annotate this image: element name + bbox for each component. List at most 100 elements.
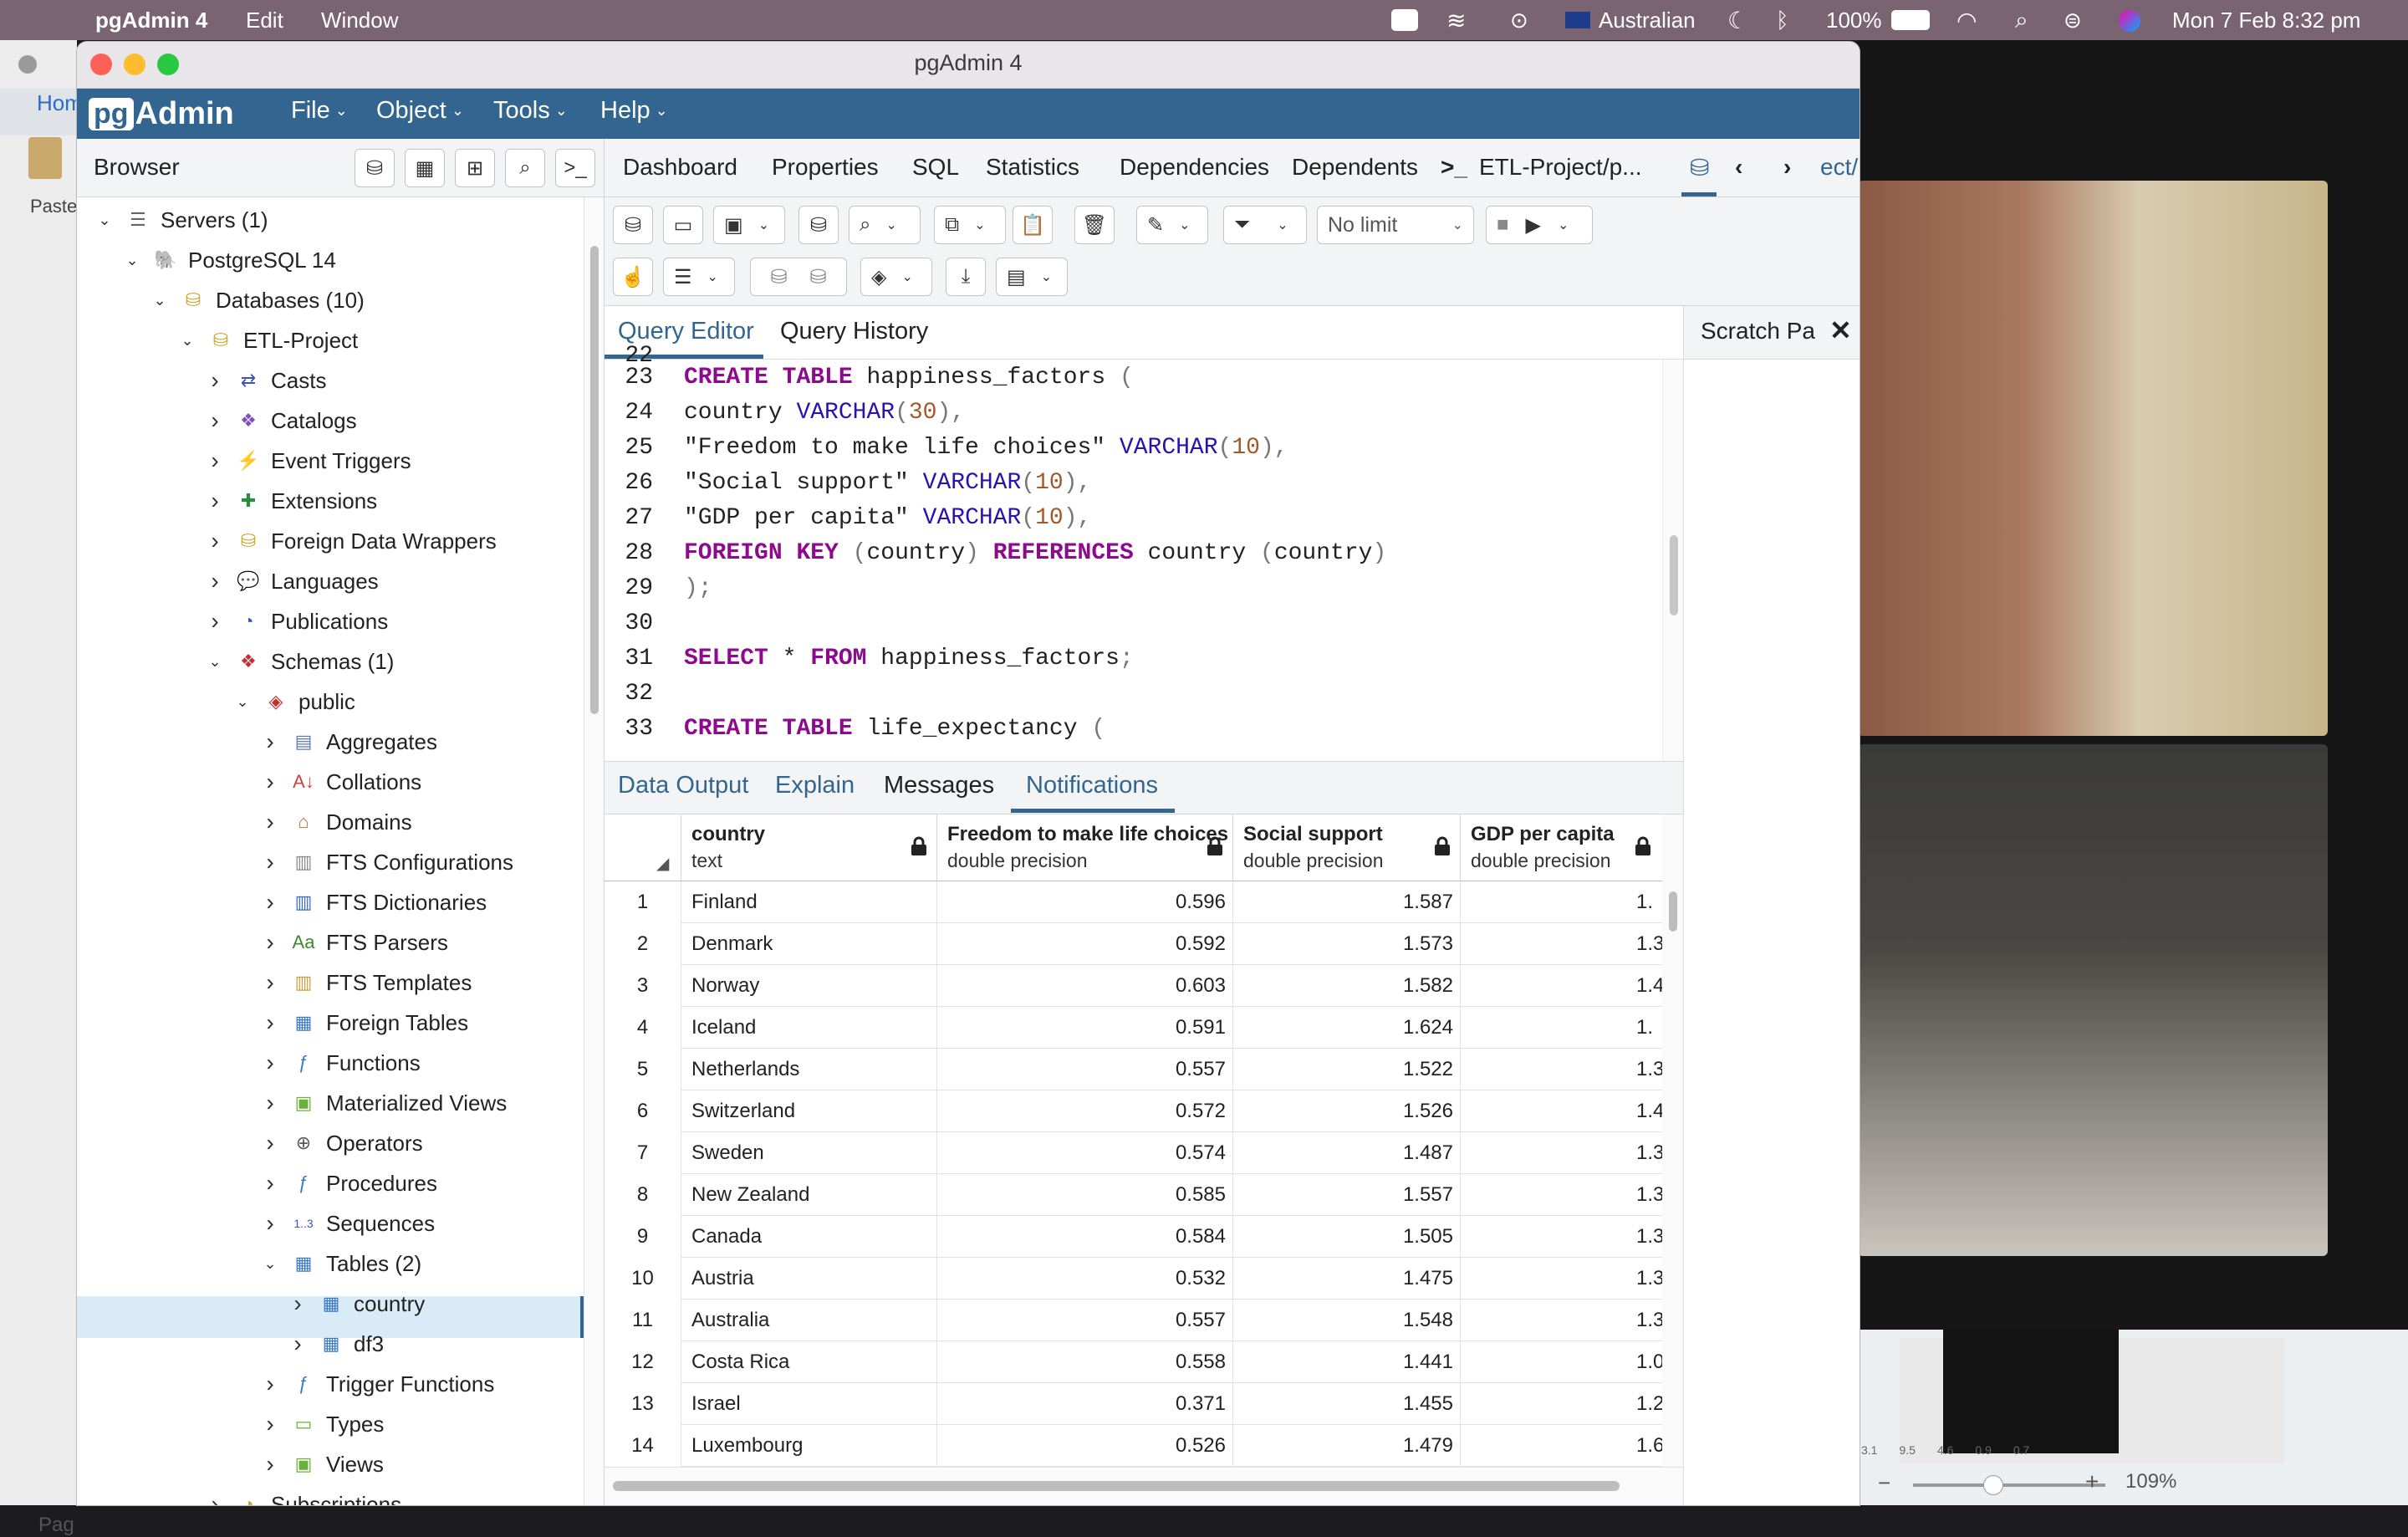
chevron-right-icon[interactable]: › <box>261 1049 279 1076</box>
object-menu[interactable]: Object ⌄ <box>376 97 464 125</box>
table-cell[interactable]: Norway <box>681 965 937 1007</box>
play-circle-icon[interactable]: ⊙ <box>1510 0 1528 40</box>
tree-node[interactable]: › ✚ Extensions <box>206 482 377 520</box>
chevron-right-icon[interactable]: › <box>261 849 279 876</box>
table-row[interactable]: 5 Netherlands 0.557 1.522 1.3 <box>605 1049 1683 1090</box>
chevron-right-icon[interactable]: › <box>206 1491 224 1505</box>
table-cell[interactable]: Sweden <box>681 1132 937 1174</box>
row-number-header[interactable]: ◢ <box>605 814 681 881</box>
chevron-right-icon[interactable]: › <box>261 1090 279 1116</box>
table-row[interactable]: 4 Iceland 0.591 1.624 1. <box>605 1007 1683 1049</box>
chevron-right-icon[interactable]: › <box>261 728 279 755</box>
browser-scrollbar-thumb[interactable] <box>590 246 599 714</box>
tree-node[interactable]: › ▥ FTS Templates <box>261 963 472 1002</box>
tree-node[interactable]: ⌄ ◈ public <box>233 682 355 721</box>
tab-sql[interactable]: SQL <box>912 154 959 181</box>
wifi-icon[interactable]: ◠ <box>1956 0 1977 40</box>
browser-scrollbar[interactable] <box>584 197 604 1505</box>
clear-button[interactable]: ◈ ⌄ <box>860 258 932 296</box>
open-file-icon[interactable]: ▭ <box>663 206 703 244</box>
row-number[interactable]: 1 <box>605 881 681 923</box>
table-cell[interactable]: 1.522 <box>1233 1049 1461 1090</box>
table-cell[interactable]: 0.371 <box>937 1383 1233 1425</box>
chevron-down-icon[interactable]: ⌄ <box>123 252 141 269</box>
table-cell[interactable]: 1.487 <box>1233 1132 1461 1174</box>
zoom-out-button[interactable]: − <box>1878 1470 1890 1496</box>
row-number[interactable]: 8 <box>605 1174 681 1216</box>
tree-node[interactable]: › ▭ Types <box>261 1405 384 1443</box>
tree-node[interactable]: › ƒ Functions <box>261 1044 420 1082</box>
input-source-menu[interactable]: Australian <box>1565 0 1696 40</box>
row-number[interactable]: 10 <box>605 1258 681 1300</box>
chevron-right-icon[interactable]: › <box>288 1290 307 1317</box>
row-number[interactable]: 12 <box>605 1341 681 1383</box>
table-cell[interactable]: 1.3 <box>1461 1049 1683 1090</box>
clock[interactable]: Mon 7 Feb 8:32 pm <box>2172 0 2360 40</box>
tab-scroll-left-icon[interactable]: ‹ <box>1735 154 1742 181</box>
table-row[interactable]: 8 New Zealand 0.585 1.557 1.3 <box>605 1174 1683 1216</box>
table-cell[interactable]: 1.3 <box>1461 1300 1683 1341</box>
column-header-gdp[interactable]: GDP per capita double precision <box>1461 814 1683 881</box>
table-cell[interactable]: 1.0 <box>1461 1341 1683 1383</box>
macros-button[interactable]: ▤ ⌄ <box>996 258 1068 296</box>
chevron-right-icon[interactable]: › <box>206 568 224 595</box>
table-row[interactable]: 13 Israel 0.371 1.455 1.2 <box>605 1383 1683 1425</box>
table-row[interactable]: 1 Finland 0.596 1.587 1. <box>605 881 1683 923</box>
chevron-right-icon[interactable]: › <box>206 528 224 554</box>
table-row[interactable]: 9 Canada 0.584 1.505 1.3 <box>605 1216 1683 1258</box>
table-cell[interactable]: 1.4 <box>1461 965 1683 1007</box>
tree-node[interactable]: › ƒ Trigger Functions <box>261 1365 494 1403</box>
zoom-in-button[interactable]: + <box>2085 1468 2099 1495</box>
table-cell[interactable]: 0.585 <box>937 1174 1233 1216</box>
tree-node[interactable]: › ▥ FTS Dictionaries <box>261 883 487 922</box>
tree-node[interactable]: › A↓ Collations <box>261 763 421 801</box>
participant-video-bottom[interactable] <box>1858 744 2328 1256</box>
execute-button[interactable]: ■ ▶ ⌄ <box>1486 206 1593 244</box>
tree-node[interactable]: ⌄ ▦ Tables (2) <box>261 1244 421 1283</box>
column-header-country[interactable]: country text <box>681 814 937 881</box>
limit-select[interactable]: No limit ⌄ <box>1317 206 1474 244</box>
tree-node[interactable]: ⌄ ⛁ ETL-Project <box>178 321 358 360</box>
table-cell[interactable]: Australia <box>681 1300 937 1341</box>
window-menu[interactable]: Window <box>321 0 398 40</box>
tree-node[interactable]: › ⌂ Domains <box>261 803 411 841</box>
view-data-icon[interactable]: ▦ <box>405 149 445 187</box>
dark-mode-icon[interactable]: ☾ <box>1727 0 1748 40</box>
tree-node[interactable]: ⌄ ⛁ Databases (10) <box>150 281 364 319</box>
download-csv-icon[interactable]: ⤓ <box>946 258 986 296</box>
row-number[interactable]: 9 <box>605 1216 681 1258</box>
help-menu[interactable]: Help ⌄ <box>600 97 668 125</box>
table-row[interactable]: 7 Sweden 0.574 1.487 1.3 <box>605 1132 1683 1174</box>
zoom-slider[interactable] <box>1913 1483 2105 1487</box>
table-cell[interactable]: New Zealand <box>681 1174 937 1216</box>
chevron-right-icon[interactable]: › <box>261 969 279 996</box>
table-cell[interactable]: 1.6 <box>1461 1425 1683 1467</box>
siri-icon[interactable] <box>2119 10 2140 32</box>
chevron-down-icon[interactable]: ⌄ <box>95 212 114 229</box>
chevron-right-icon[interactable]: › <box>206 488 224 514</box>
table-cell[interactable]: 0.596 <box>937 881 1233 923</box>
row-number[interactable]: 14 <box>605 1425 681 1467</box>
table-cell[interactable]: 0.591 <box>937 1007 1233 1049</box>
tab-explain[interactable]: Explain <box>775 772 855 799</box>
table-cell[interactable]: 0.584 <box>937 1216 1233 1258</box>
tree-node[interactable]: › ▣ Views <box>261 1445 384 1483</box>
chevron-right-icon[interactable]: › <box>261 1009 279 1036</box>
table-cell[interactable]: Austria <box>681 1258 937 1300</box>
table-cell[interactable]: 1.3 <box>1461 1216 1683 1258</box>
database-tab-icon[interactable]: ⛁ <box>1690 154 1709 181</box>
table-cell[interactable]: 0.557 <box>937 1300 1233 1341</box>
filtered-rows-icon[interactable]: ⊞ <box>455 149 495 187</box>
table-cell[interactable]: 1.582 <box>1233 965 1461 1007</box>
tree-node[interactable]: › ◔ Subscriptions <box>206 1485 401 1505</box>
table-cell[interactable]: 0.532 <box>937 1258 1233 1300</box>
file-menu[interactable]: File ⌄ <box>291 97 348 125</box>
paste-rows-icon[interactable]: 📋 <box>1013 206 1053 244</box>
table-cell[interactable]: Israel <box>681 1383 937 1425</box>
search-icon[interactable]: ⌕ <box>2015 0 2028 40</box>
table-cell[interactable]: 1.557 <box>1233 1174 1461 1216</box>
tab-notifications[interactable]: Notifications <box>1026 772 1158 799</box>
close-icon[interactable]: ✕ <box>1829 314 1852 346</box>
tab-scroll-right-icon[interactable]: › <box>1783 154 1791 181</box>
object-explorer-icon[interactable]: ⛁ <box>355 149 395 187</box>
